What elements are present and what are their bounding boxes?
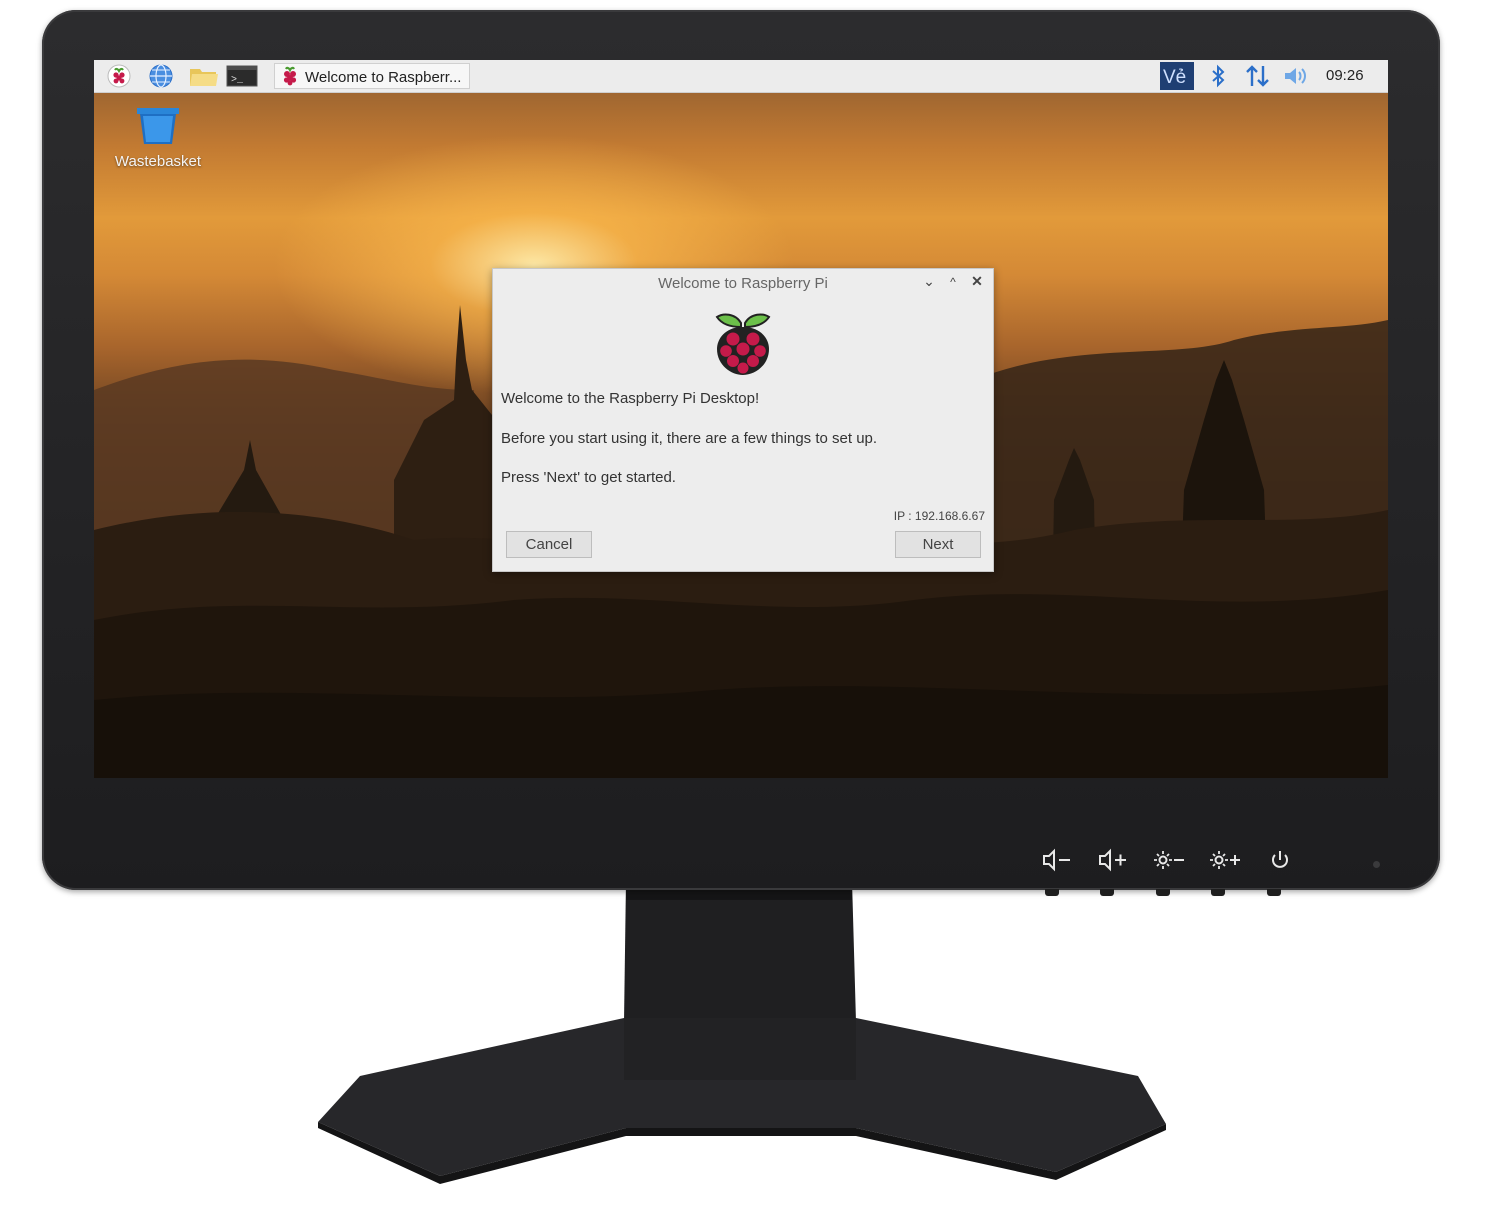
dialog-line-welcome: Welcome to the Raspberry Pi Desktop! [501,390,760,407]
button-nub [1211,889,1225,896]
minimize-chevron-icon[interactable]: ⌄ [921,273,937,290]
button-nub [1100,889,1114,896]
power-icon[interactable] [1264,846,1298,874]
button-nub [1156,889,1170,896]
globe-browser-icon[interactable] [148,64,174,88]
wastebasket-desktop-icon[interactable]: Wastebasket [110,106,206,170]
bluetooth-icon[interactable] [1208,64,1228,88]
raspberry-icon [279,65,301,92]
cancel-button[interactable]: Cancel [506,531,592,558]
dialog-line-press-next: Press 'Next' to get started. [501,469,676,486]
vnc-icon[interactable]: Vẻ [1160,62,1194,90]
terminal-icon[interactable]: >_ [226,64,258,88]
volume-icon[interactable] [1282,64,1310,88]
volume-down-icon[interactable] [1040,846,1074,874]
volume-up-icon[interactable] [1096,846,1130,874]
taskbar-task-label: Welcome to Raspberr... [305,69,462,86]
close-icon[interactable]: ✕ [969,273,985,290]
button-nub [1267,889,1281,896]
wastebasket-icon [137,108,179,144]
power-led [1373,861,1380,868]
raspberry-pi-logo [711,309,775,384]
ip-address: IP : 192.168.6.67 [893,509,985,523]
svg-text:Vẻ: Vẻ [1163,67,1186,88]
brightness-down-icon[interactable] [1152,846,1186,874]
dialog-line-setup: Before you start using it, there are a f… [501,430,878,447]
next-button[interactable]: Next [895,531,981,558]
wastebasket-label: Wastebasket [114,153,202,170]
brightness-up-icon[interactable] [1208,846,1242,874]
dialog-title: Welcome to Raspberry Pi [658,275,828,292]
clock[interactable]: 09:26 [1326,67,1364,84]
taskbar-welcome-task[interactable]: Welcome to Raspberr... [274,63,470,89]
raspberry-menu-icon[interactable] [106,64,132,88]
desktop-screen: >_ Welcome to Raspberr... Vẻ 09:26 Waste… [94,60,1388,778]
network-arrows-icon[interactable] [1244,64,1272,88]
taskbar: >_ Welcome to Raspberr... Vẻ 09:26 [94,60,1388,93]
button-nub [1045,889,1059,896]
welcome-dialog: Welcome to Raspberry Pi ⌄ ^ ✕ Welcome to… [492,268,994,572]
folder-icon[interactable] [188,64,220,88]
svg-text:>_: >_ [231,75,244,86]
maximize-chevron-icon[interactable]: ^ [945,275,961,289]
